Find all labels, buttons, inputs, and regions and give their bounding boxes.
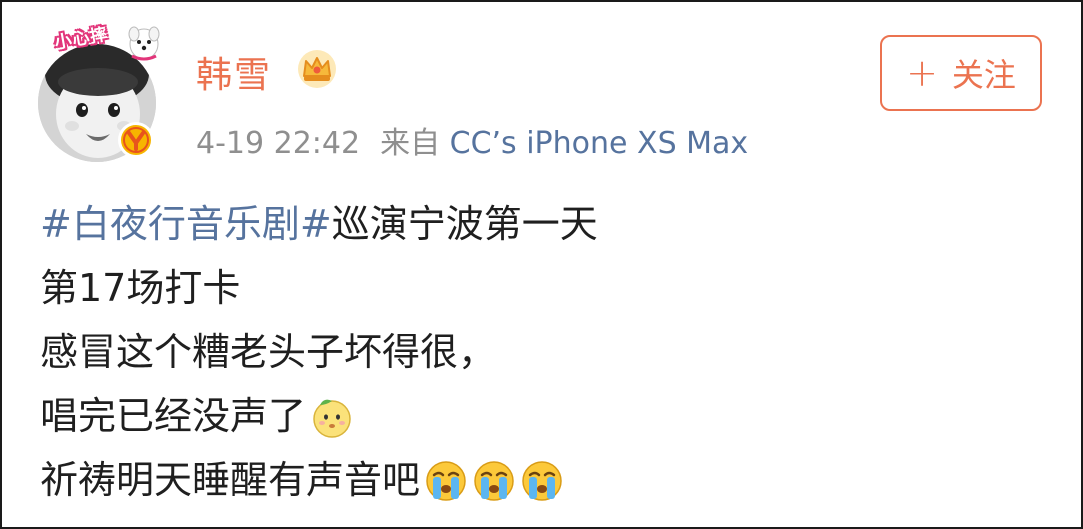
crown-icon[interactable]: [296, 48, 338, 94]
follow-button[interactable]: + 关注: [880, 35, 1042, 111]
plus-icon: +: [906, 51, 938, 95]
avatar-group[interactable]: 小心摔: [38, 22, 164, 162]
username[interactable]: 韩雪: [196, 46, 272, 98]
weibo-post-card: 小心摔 韩雪 4-19 22:42 来自 CC’s iPhone XS Max …: [0, 0, 1083, 529]
post-line-4-text: 唱完已经没声了: [40, 394, 307, 438]
post-line-2-text: 第17场打卡: [40, 266, 241, 310]
post-line-1: #白夜行音乐剧# 巡演宁波第一天: [40, 192, 598, 256]
post-line-1-text: 巡演宁波第一天: [331, 202, 598, 246]
post-line-5-text: 祈祷明天睡醒有声音吧: [40, 458, 421, 502]
dog-sticker-icon: [126, 22, 162, 66]
vip-y-badge-icon: [118, 122, 154, 158]
post-line-5: 祈祷明天睡醒有声音吧: [40, 448, 598, 512]
follow-button-label: 关注: [951, 56, 1016, 94]
sick-face-emoji-icon: [310, 394, 354, 438]
post-body: #白夜行音乐剧# 巡演宁波第一天 第17场打卡 感冒这个糟老头子坏得很， 唱完已…: [40, 192, 598, 512]
source-prefix: 来自: [380, 126, 441, 161]
post-line-4: 唱完已经没声了: [40, 384, 598, 448]
post-line-3-text: 感冒这个糟老头子坏得很，: [40, 330, 497, 374]
post-source-link[interactable]: CC’s iPhone XS Max: [450, 126, 749, 161]
post-time: 4-19 22:42: [196, 126, 361, 161]
post-line-3: 感冒这个糟老头子坏得很，: [40, 320, 598, 384]
post-meta: 4-19 22:42 来自 CC’s iPhone XS Max: [196, 118, 748, 162]
hashtag-link[interactable]: #白夜行音乐剧#: [40, 192, 332, 256]
post-line-2: 第17场打卡: [40, 256, 598, 320]
crying-face-emoji-icon: [472, 458, 516, 502]
crying-face-emoji-icon: [520, 458, 564, 502]
crying-face-emoji-icon: [424, 458, 468, 502]
